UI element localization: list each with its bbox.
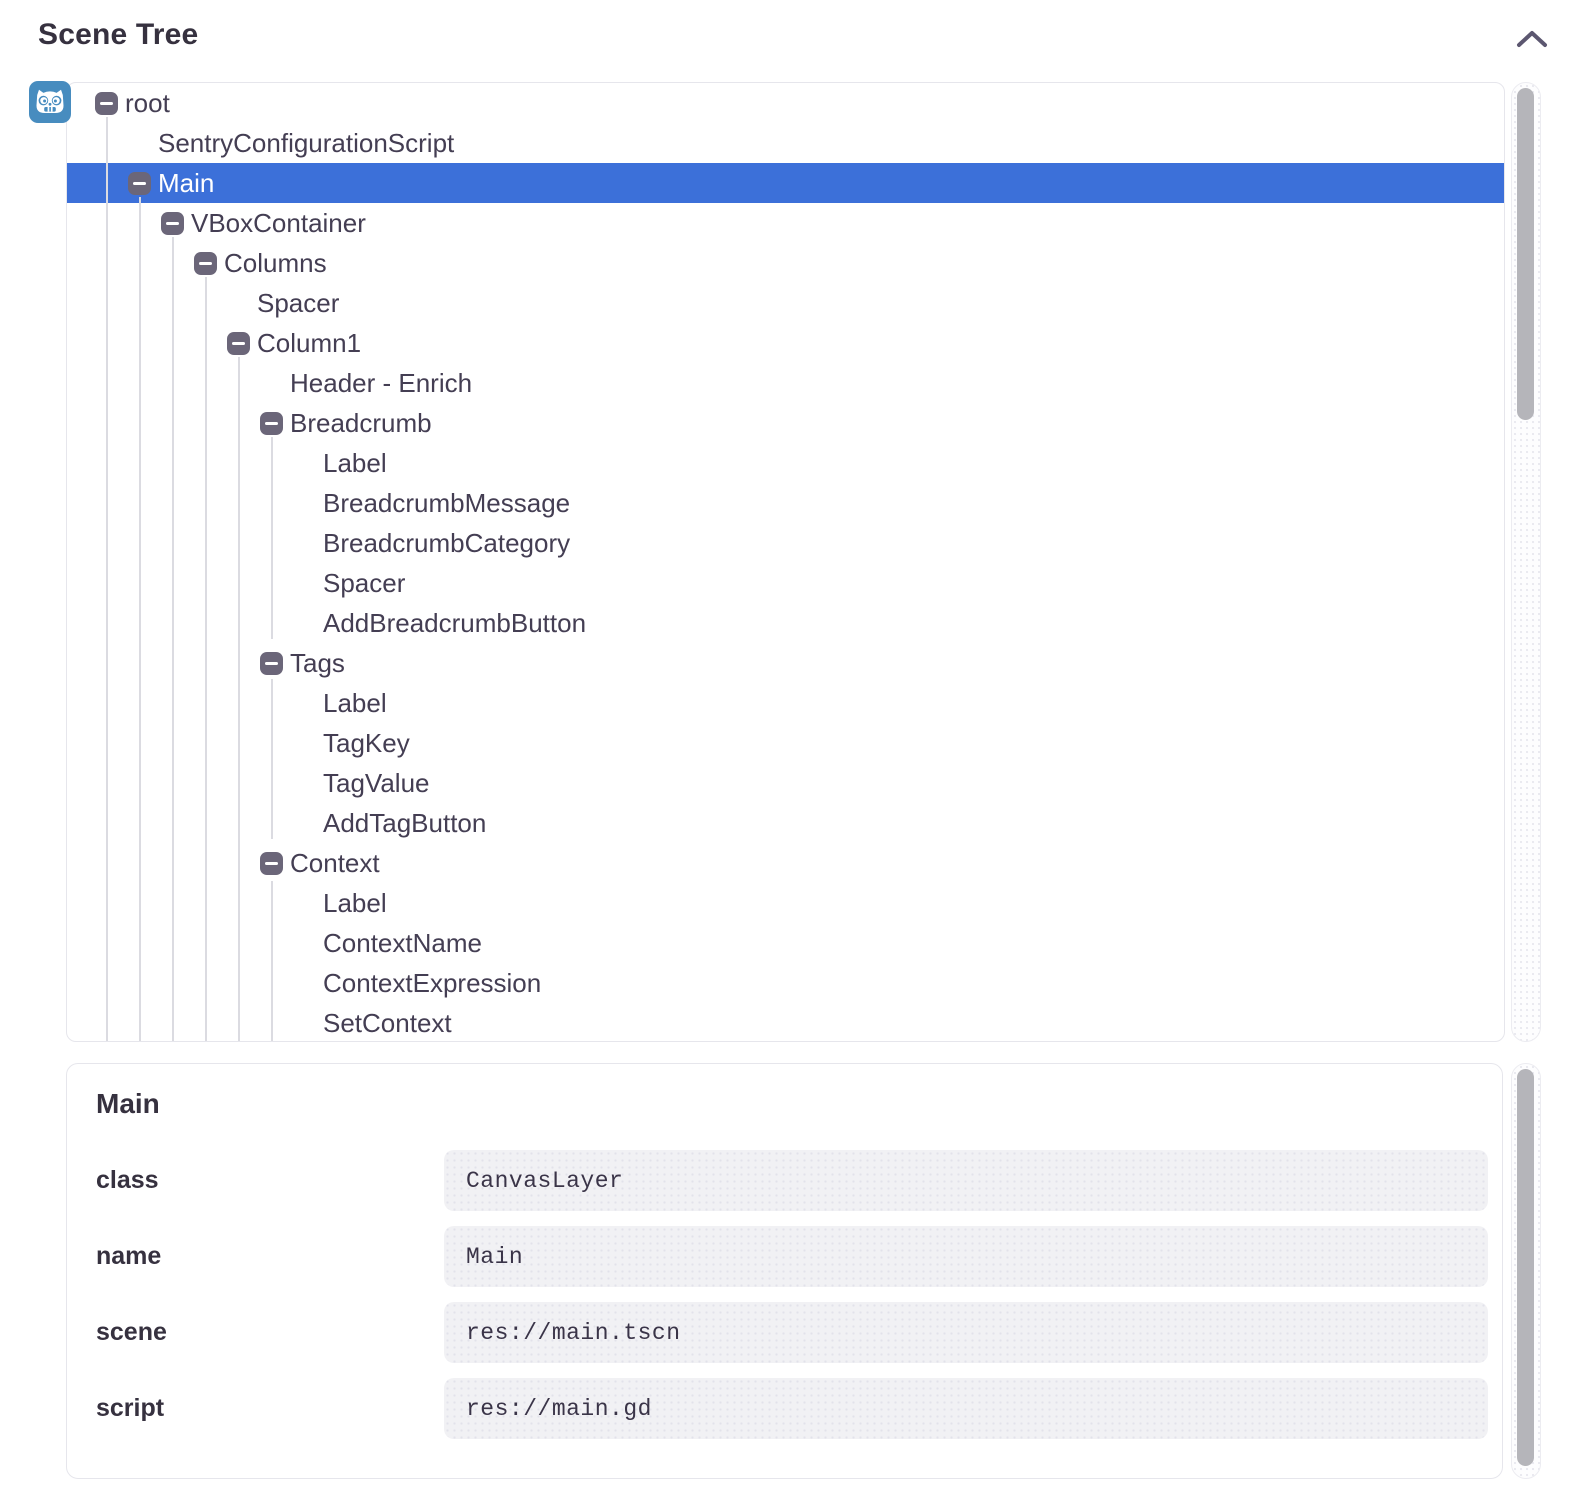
tree-node-label: Spacer (257, 288, 339, 319)
godot-icon (29, 81, 71, 123)
tree-node-breadcrumb-label[interactable]: Label (67, 443, 1504, 483)
tree-node-label: TagValue (323, 768, 430, 799)
minus-icon[interactable] (260, 652, 283, 675)
tree-node-label: AddBreadcrumbButton (323, 608, 586, 639)
tree-node-tags-label[interactable]: Label (67, 683, 1504, 723)
tree-node-label: TagKey (323, 728, 410, 759)
detail-value-field: res://main.gd (444, 1378, 1488, 1439)
tree-node-vboxcontainer[interactable]: VBoxContainer (67, 203, 1504, 243)
tree-node-sentryconfigurationscript[interactable]: SentryConfigurationScript (67, 123, 1504, 163)
tree-node-label: Label (323, 688, 387, 719)
tree-node-context-label[interactable]: Label (67, 883, 1504, 923)
tree-scrollbar-thumb[interactable] (1517, 88, 1534, 420)
detail-label: name (96, 1226, 161, 1287)
tree-node-label: Context (290, 848, 380, 879)
detail-row-scene: scene res://main.tscn (67, 1302, 1502, 1363)
tree-node-label: Label (323, 448, 387, 479)
tree-node-label: Breadcrumb (290, 408, 432, 439)
tree-node-tags[interactable]: Tags (67, 643, 1504, 683)
minus-icon[interactable] (161, 212, 184, 235)
tree-node-breadcrumbmessage[interactable]: BreadcrumbMessage (67, 483, 1504, 523)
tree-node-contextexpression[interactable]: ContextExpression (67, 963, 1504, 1003)
tree-node-label: SetContext (323, 1008, 452, 1039)
tree-node-label: root (125, 88, 170, 119)
tree-node-context[interactable]: Context (67, 843, 1504, 883)
details-title: Main (96, 1088, 160, 1120)
tree-node-label: Spacer (323, 568, 405, 599)
detail-value-field: CanvasLayer (444, 1150, 1488, 1211)
tree-node-tagkey[interactable]: TagKey (67, 723, 1504, 763)
minus-icon[interactable] (95, 92, 118, 115)
tree-node-label: Header - Enrich (290, 368, 472, 399)
details-scrollbar-thumb[interactable] (1517, 1069, 1534, 1466)
detail-label: class (96, 1150, 159, 1211)
minus-icon[interactable] (227, 332, 250, 355)
minus-icon[interactable] (128, 172, 151, 195)
minus-icon[interactable] (194, 252, 217, 275)
tree-node-spacer[interactable]: Spacer (67, 283, 1504, 323)
chevron-up-icon[interactable] (1515, 28, 1549, 52)
tree-node-label: Columns (224, 248, 327, 279)
tree-node-tagvalue[interactable]: TagValue (67, 763, 1504, 803)
tree-node-header-enrich[interactable]: Header - Enrich (67, 363, 1504, 403)
tree-node-label: VBoxContainer (191, 208, 366, 239)
detail-row-script: script res://main.gd (67, 1378, 1502, 1439)
tree-node-column1[interactable]: Column1 (67, 323, 1504, 363)
tree-node-label: ContextName (323, 928, 482, 959)
detail-value-field: res://main.tscn (444, 1302, 1488, 1363)
tree-node-label: ContextExpression (323, 968, 541, 999)
detail-row-class: class CanvasLayer (67, 1150, 1502, 1211)
tree-node-contextname[interactable]: ContextName (67, 923, 1504, 963)
node-details-panel: Main class CanvasLayer name Main scene r… (66, 1063, 1503, 1479)
tree-node-root[interactable]: root (67, 83, 1504, 123)
tree-node-breadcrumb-spacer[interactable]: Spacer (67, 563, 1504, 603)
minus-icon[interactable] (260, 852, 283, 875)
tree-node-breadcrumbcategory[interactable]: BreadcrumbCategory (67, 523, 1504, 563)
tree-node-label: SentryConfigurationScript (158, 128, 454, 159)
tree-scrollbar[interactable] (1511, 82, 1541, 1042)
tree-node-addtagbutton[interactable]: AddTagButton (67, 803, 1504, 843)
tree-node-columns[interactable]: Columns (67, 243, 1504, 283)
tree-node-label: Tags (290, 648, 345, 679)
detail-label: script (96, 1378, 164, 1439)
tree-node-label: BreadcrumbMessage (323, 488, 570, 519)
tree-node-breadcrumb[interactable]: Breadcrumb (67, 403, 1504, 443)
scene-tree-panel: root SentryConfigurationScript Main VBox… (66, 82, 1505, 1042)
tree-node-label: Label (323, 888, 387, 919)
tree-node-main[interactable]: Main (67, 163, 1504, 203)
tree-node-addbreadcrumbbutton[interactable]: AddBreadcrumbButton (67, 603, 1504, 643)
tree-node-setcontext[interactable]: SetContext (67, 1003, 1504, 1042)
tree-node-label: AddTagButton (323, 808, 486, 839)
tree-node-label: Column1 (257, 328, 361, 359)
tree-node-label: BreadcrumbCategory (323, 528, 570, 559)
details-scrollbar[interactable] (1511, 1063, 1541, 1479)
detail-row-name: name Main (67, 1226, 1502, 1287)
minus-icon[interactable] (260, 412, 283, 435)
detail-value-field: Main (444, 1226, 1488, 1287)
page-title: Scene Tree (38, 18, 198, 52)
detail-label: scene (96, 1302, 167, 1363)
tree-node-label: Main (158, 168, 214, 199)
